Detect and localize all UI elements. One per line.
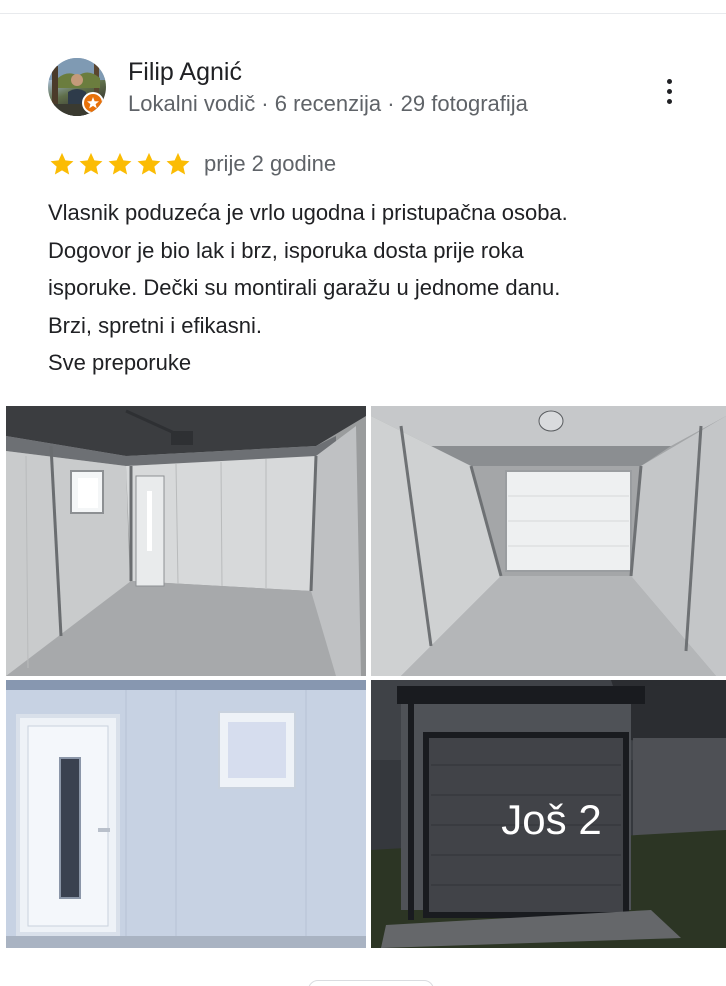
star-icon (108, 152, 132, 175)
top-divider (0, 13, 726, 14)
star-icon (50, 152, 74, 175)
more-vert-icon[interactable] (656, 76, 684, 110)
local-guide-badge-icon (82, 92, 104, 114)
photo-grid: Još 2 (0, 406, 726, 950)
review-header: Filip Agnić Lokalni vodič · 6 recenzija … (48, 58, 688, 118)
review-text-line: Vlasnik poduzeća je vrlo ugodna i pristu… (48, 200, 568, 225)
review-photo[interactable] (6, 680, 366, 948)
review-text-line: isporuke. Dečki su montirali garažu u je… (48, 275, 561, 300)
avatar[interactable] (48, 58, 106, 116)
star-icon (79, 152, 103, 175)
review-photo[interactable] (371, 406, 726, 676)
review-photo[interactable]: Još 2 (371, 680, 726, 948)
review-text-line: Dogovor je bio lak i brz, isporuka dosta… (48, 237, 524, 263)
review-date: prije 2 godine (204, 151, 337, 176)
star-icon (166, 152, 190, 175)
review-text: Vlasnik poduzeća je vrlo ugodna i pristu… (48, 194, 708, 382)
rating-row: prije 2 godine (48, 149, 668, 179)
bottom-action-pill[interactable] (308, 980, 434, 986)
star-icon (137, 152, 161, 175)
review-photo[interactable] (6, 406, 366, 676)
star-rating (48, 150, 193, 178)
more-photos-label[interactable]: Još 2 (371, 680, 726, 948)
review-text-line: Brzi, spretni i efikasni. (48, 312, 262, 338)
author-meta: Lokalni vodič · 6 recenzija · 29 fotogra… (128, 91, 528, 116)
more-link[interactable]: Sve preporuke (48, 344, 708, 382)
author-name[interactable]: Filip Agnić (128, 58, 242, 87)
